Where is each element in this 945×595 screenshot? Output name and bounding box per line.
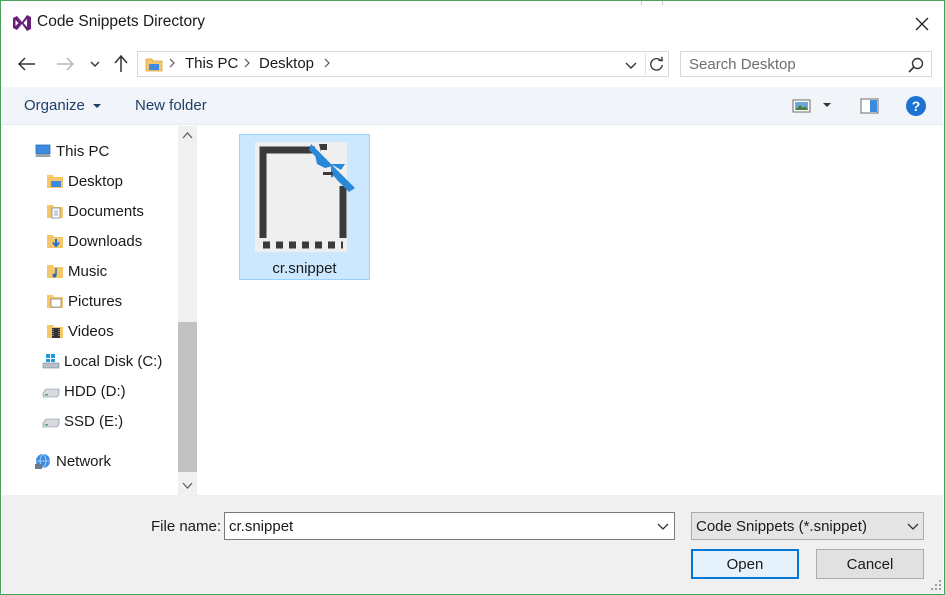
- network-icon: [35, 453, 50, 469]
- search-icon[interactable]: [907, 56, 925, 74]
- tree-label: Desktop: [68, 172, 124, 190]
- pictures-folder-icon: [47, 295, 63, 308]
- file-type-select[interactable]: Code Snippets (*.snippet): [691, 512, 924, 540]
- tree-item-ssd-e[interactable]: SSD (E:): [42, 408, 123, 434]
- file-name-input[interactable]: [229, 517, 649, 535]
- breadcrumb-separator-icon: [244, 58, 250, 68]
- title-bar: Code Snippets Directory: [1, 1, 944, 45]
- chevron-down-icon: [90, 61, 100, 67]
- tree-item-downloads[interactable]: Downloads: [46, 228, 142, 254]
- tree-label: Local Disk (C:): [64, 352, 163, 370]
- file-name-combobox[interactable]: [224, 512, 675, 540]
- forward-button[interactable]: [51, 53, 79, 75]
- music-folder-icon: [47, 265, 63, 278]
- up-button[interactable]: [109, 52, 133, 76]
- svg-text:?: ?: [912, 98, 921, 114]
- file-dialog-window: Code Snippets Directory This PC Desktop …: [0, 0, 945, 595]
- folder-icon: [145, 58, 163, 72]
- tree-label: Network: [56, 452, 112, 470]
- scroll-up-icon[interactable]: [178, 126, 197, 145]
- drive-icon: [42, 418, 60, 428]
- arrow-right-icon: [57, 57, 74, 71]
- tree-item-hdd-d[interactable]: HDD (D:): [42, 378, 126, 404]
- tree-label: This PC: [56, 142, 110, 160]
- tree-item-music[interactable]: Music: [46, 258, 107, 284]
- close-button[interactable]: [901, 7, 943, 41]
- downloads-folder-icon: [47, 235, 63, 248]
- tree-label: Videos: [68, 322, 114, 340]
- videos-folder-icon: [47, 325, 63, 338]
- tree-item-documents[interactable]: Documents: [46, 198, 144, 224]
- breadcrumb-separator-icon[interactable]: [322, 56, 332, 70]
- file-type-value: Code Snippets (*.snippet): [696, 518, 867, 535]
- address-bar[interactable]: This PC Desktop: [137, 51, 669, 77]
- close-icon: [915, 17, 929, 31]
- resize-grip-icon[interactable]: [930, 579, 942, 591]
- breadcrumb-desktop[interactable]: Desktop: [259, 55, 314, 72]
- address-history-dropdown[interactable]: [622, 56, 640, 74]
- recent-locations-button[interactable]: [86, 55, 104, 73]
- tree-label: Downloads: [68, 232, 143, 250]
- tree-label: SSD (E:): [64, 412, 124, 430]
- chevron-down-icon: [907, 523, 919, 530]
- breadcrumb-this-pc[interactable]: This PC: [185, 55, 238, 72]
- scroll-down-icon[interactable]: [178, 476, 197, 495]
- organize-menu[interactable]: Organize: [24, 97, 102, 114]
- refresh-icon[interactable]: [645, 53, 667, 75]
- navigation-pane: This PC Desktop Documents Downloads Musi…: [2, 126, 178, 495]
- breadcrumb-separator-icon: [169, 58, 175, 68]
- file-list: cr.snippet: [197, 126, 943, 495]
- search-input[interactable]: [689, 55, 899, 73]
- change-view-icon[interactable]: [792, 98, 812, 114]
- tree-item-this-pc[interactable]: This PC: [34, 138, 109, 164]
- windows-drive-icon: [42, 354, 60, 369]
- file-name-label: File name:: [151, 518, 222, 535]
- drive-icon: [42, 388, 60, 398]
- preview-pane-icon[interactable]: [860, 97, 880, 115]
- window-title: Code Snippets Directory: [37, 13, 205, 30]
- chevron-down-icon[interactable]: [655, 518, 671, 534]
- arrow-up-icon: [114, 55, 128, 72]
- organize-label: Organize: [24, 97, 85, 114]
- back-button[interactable]: [13, 53, 41, 75]
- tree-label: Music: [68, 262, 108, 280]
- tree-item-pictures[interactable]: Pictures: [46, 288, 122, 314]
- tree-item-videos[interactable]: Videos: [46, 318, 114, 344]
- visual-studio-icon: [13, 15, 31, 31]
- file-item[interactable]: cr.snippet: [239, 134, 370, 280]
- dialog-footer: File name: Code Snippets (*.snippet) Ope…: [2, 495, 943, 594]
- documents-folder-icon: [47, 205, 63, 219]
- tree-label: HDD (D:): [64, 382, 126, 400]
- scrollbar-thumb[interactable]: [178, 322, 197, 472]
- tree-label: Documents: [68, 202, 144, 220]
- background-window-edge: [641, 1, 663, 5]
- caret-down-icon: [93, 104, 102, 109]
- snippet-file-icon: [255, 142, 355, 252]
- computer-icon: [35, 144, 51, 157]
- command-bar: Organize New folder ?: [2, 87, 943, 125]
- cancel-button[interactable]: Cancel: [816, 549, 924, 579]
- view-options-dropdown-icon[interactable]: [822, 101, 832, 109]
- file-name-label: cr.snippet: [272, 260, 337, 277]
- desktop-folder-icon: [47, 175, 63, 188]
- arrow-left-icon: [18, 57, 35, 71]
- tree-label: Pictures: [68, 292, 123, 310]
- navigation-pane-scrollbar[interactable]: [178, 126, 197, 495]
- search-box[interactable]: [680, 51, 932, 77]
- help-icon[interactable]: ?: [905, 95, 927, 117]
- tree-item-local-disk-c[interactable]: Local Disk (C:): [42, 348, 162, 374]
- open-button[interactable]: Open: [691, 549, 799, 579]
- tree-item-network[interactable]: Network: [34, 448, 111, 474]
- tree-item-desktop[interactable]: Desktop: [46, 168, 123, 194]
- new-folder-button[interactable]: New folder: [135, 97, 207, 114]
